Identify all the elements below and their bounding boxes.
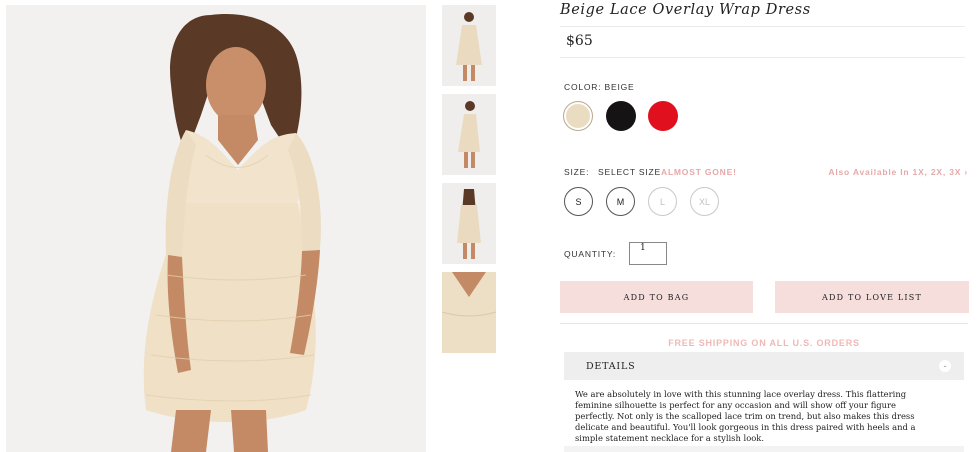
color-swatch-red[interactable]	[648, 101, 678, 131]
quantity-label: QUANTITY:	[564, 249, 617, 259]
quantity-input[interactable]: 1	[629, 242, 667, 265]
thumbnail-front[interactable]	[442, 5, 496, 86]
thumbnail-detail[interactable]	[442, 272, 496, 353]
details-footer-bar	[564, 446, 964, 452]
add-to-love-list-button[interactable]: ADD TO LOVE LIST	[775, 281, 969, 313]
select-size-text: SELECT SIZE	[598, 167, 661, 177]
thumbnail-detail-image	[442, 272, 496, 353]
size-option-l[interactable]: L	[648, 187, 677, 216]
also-available-link[interactable]: Also Available In 1X, 2X, 3X ›	[828, 167, 968, 177]
size-label: SIZE:	[564, 167, 590, 177]
product-price: $65	[566, 33, 593, 49]
color-swatch-black[interactable]	[606, 101, 636, 131]
product-title: Beige Lace Overlay Wrap Dress	[560, 2, 811, 18]
title-divider	[560, 26, 965, 27]
collapse-icon[interactable]: -	[939, 360, 951, 372]
model-photo-illustration	[6, 5, 426, 452]
details-description: We are absolutely in love with this stun…	[575, 389, 916, 443]
color-label: COLOR: BEIGE	[564, 82, 635, 92]
shipping-divider	[560, 323, 968, 324]
size-option-s[interactable]: S	[564, 187, 593, 216]
main-product-image[interactable]	[6, 5, 426, 452]
thumbnail-back[interactable]	[442, 183, 496, 264]
details-title: DETAILS	[586, 361, 636, 372]
thumbnail-side[interactable]	[442, 94, 496, 175]
size-option-m[interactable]: M	[606, 187, 635, 216]
thumbnail-front-image	[442, 5, 496, 86]
size-option-xl[interactable]: XL	[690, 187, 719, 216]
details-accordion-header[interactable]: DETAILS -	[564, 352, 964, 380]
add-to-bag-button[interactable]: ADD TO BAG	[560, 281, 753, 313]
price-divider	[560, 57, 965, 58]
thumbnail-side-image	[442, 94, 496, 175]
thumbnail-back-image	[442, 183, 496, 264]
color-swatch-beige[interactable]	[563, 101, 593, 131]
free-shipping-notice: FREE SHIPPING ON ALL U.S. ORDERS	[668, 338, 860, 348]
almost-gone-badge: ALMOST GONE!	[661, 167, 737, 177]
